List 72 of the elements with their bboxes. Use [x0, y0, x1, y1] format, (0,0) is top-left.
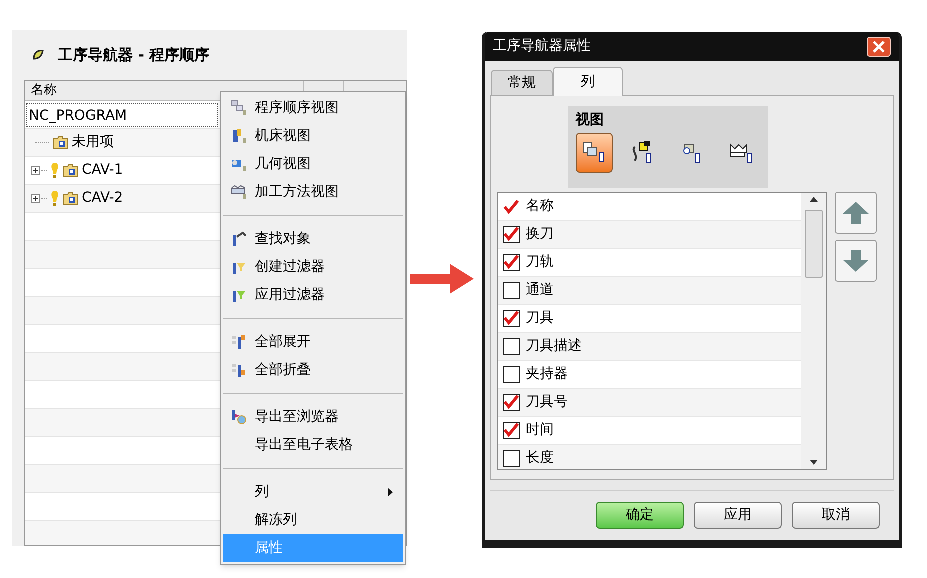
tree-item[interactable]: NC_PROGRAM [26, 102, 218, 126]
panel-title: 工序导航器 - 程序顺序 [58, 44, 210, 66]
folder-icon [63, 164, 78, 177]
sequence-view-icon[interactable] [576, 133, 614, 173]
menu-item[interactable]: 全部折叠 [223, 356, 403, 384]
checkbox[interactable] [503, 254, 520, 271]
tree-item[interactable]: CAV-2 [82, 188, 124, 209]
menu-item[interactable]: 应用过滤器 [223, 281, 403, 309]
expand-icon[interactable] [31, 166, 40, 175]
scroll-up-icon[interactable] [810, 197, 818, 202]
collapse-tree-icon [231, 362, 247, 378]
menu-item[interactable]: 解冻列 [223, 506, 403, 534]
move-up-button[interactable] [835, 192, 877, 234]
close-button[interactable] [867, 36, 891, 56]
menu-item[interactable]: 导出至浏览器 [223, 403, 403, 431]
sequence-icon [231, 100, 247, 116]
group-title: 视图 [576, 111, 605, 130]
checkbox[interactable] [503, 394, 520, 411]
expand-icon[interactable] [31, 194, 40, 203]
checkbox[interactable] [503, 310, 520, 327]
checkbox[interactable] [503, 282, 520, 299]
tab[interactable]: 列 [553, 67, 623, 96]
column-label: 换刀 [526, 225, 554, 244]
leaf-icon [32, 49, 44, 61]
menu-item[interactable]: 全部展开 [223, 328, 403, 356]
menu-item[interactable]: 加工方法视图 [223, 178, 403, 206]
menu-item[interactable]: 程序顺序视图 [223, 94, 403, 122]
tree-item[interactable]: 未用项 [72, 132, 114, 153]
close-icon [873, 40, 885, 52]
column-label: 通道 [526, 281, 554, 300]
column-header[interactable]: 名称 [31, 81, 57, 100]
method-icon [231, 184, 247, 200]
dialog-button[interactable]: 应用 [694, 502, 782, 529]
tree-item[interactable]: CAV-1 [82, 160, 124, 181]
menu-item[interactable]: 几何视图 [223, 150, 403, 178]
menu-item[interactable]: 查找对象 [223, 225, 403, 253]
move-down-button[interactable] [835, 240, 877, 282]
bulb-icon [51, 190, 59, 206]
column-label: 名称 [526, 197, 554, 216]
menu-item[interactable]: 机床视图 [223, 122, 403, 150]
column-label: 夹持器 [526, 365, 568, 384]
tab[interactable]: 常规 [491, 70, 553, 95]
bulb-icon [51, 162, 59, 178]
column-label: 刀轨 [526, 253, 554, 272]
expand-tree-icon [231, 334, 247, 350]
checkbox[interactable] [503, 450, 520, 467]
checkbox[interactable] [503, 366, 520, 383]
menu-item[interactable]: 导出至电子表格 [223, 431, 403, 459]
scrollbar[interactable] [801, 193, 826, 469]
column-label: 刀具号 [526, 393, 568, 412]
export-icon [231, 409, 247, 425]
window-title: 工序导航器属性 [493, 37, 591, 56]
dialog-button[interactable]: 取消 [792, 502, 880, 529]
down-arrow-icon [843, 250, 869, 272]
checkbox[interactable] [503, 422, 520, 439]
dialog-button[interactable]: 确定 [596, 502, 684, 529]
column-label: 刀具 [526, 309, 554, 328]
menu-item[interactable]: 列 [223, 478, 403, 506]
scroll-down-icon[interactable] [810, 460, 818, 465]
checkbox[interactable] [503, 338, 520, 355]
folder-icon [63, 192, 78, 205]
column-label: 时间 [526, 421, 554, 440]
machine-icon [231, 128, 247, 144]
folder-icon [53, 136, 68, 149]
column-label: 刀具描述 [526, 337, 582, 356]
search-icon [231, 231, 247, 247]
scroll-thumb[interactable] [804, 210, 822, 278]
arrow-icon [410, 262, 474, 296]
menu-item[interactable]: 创建过滤器 [223, 253, 403, 281]
checkbox[interactable] [503, 226, 520, 243]
column-label: 长度 [526, 449, 554, 468]
up-arrow-icon [843, 202, 869, 224]
